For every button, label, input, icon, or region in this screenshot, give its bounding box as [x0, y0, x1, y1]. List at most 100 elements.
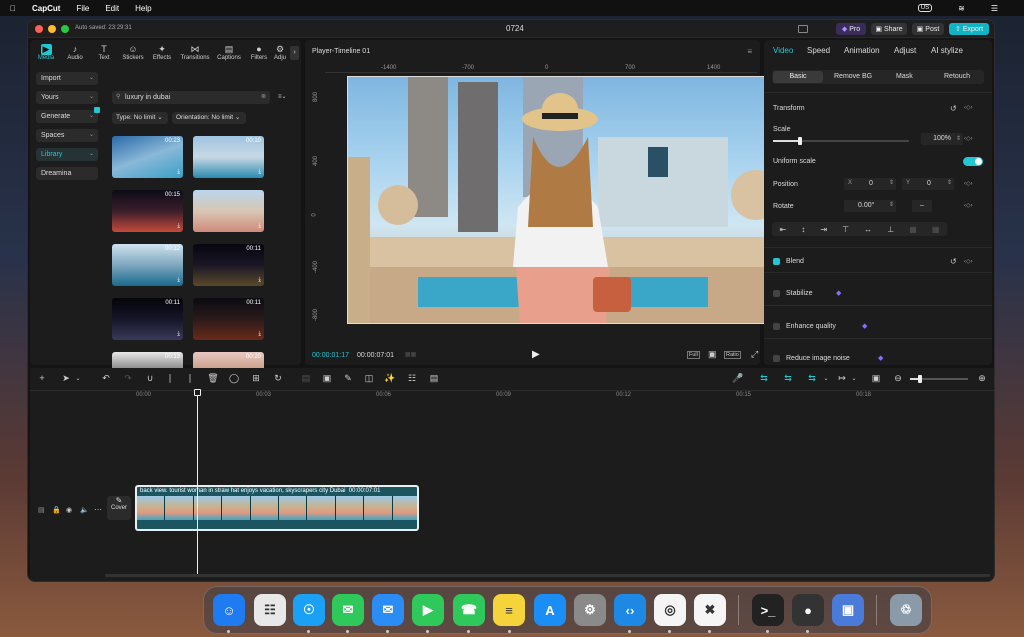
tab-stickers[interactable]: ☺ Stickers [119, 44, 147, 61]
download-icon[interactable]: ⤓ [258, 331, 261, 338]
wifi-icon[interactable]: ≋ [958, 4, 965, 13]
stepper-icon[interactable]: ⇕ [889, 201, 894, 208]
microphone-icon[interactable]: 🎤 [732, 373, 744, 384]
align-center-h-icon[interactable]: ↕ [801, 225, 805, 234]
position-x-field[interactable]: X 0 ⇕ [844, 178, 896, 190]
notes-icon[interactable]: ≡ [493, 594, 525, 626]
media-thumbnail[interactable]: 00:23 ⤓ [112, 136, 183, 178]
messages-icon[interactable]: ✉ [332, 594, 364, 626]
redo-icon[interactable]: ↷ [122, 373, 134, 384]
stepper-icon[interactable]: ⇕ [889, 179, 894, 186]
lock-icon[interactable]: 🔒 [52, 506, 61, 514]
speaker-icon[interactable]: 🔈 [80, 506, 89, 514]
reverse-icon[interactable]: ◫ [363, 373, 375, 384]
play-icon[interactable]: ▶ [532, 349, 540, 360]
fullscreen-icon[interactable]: ⤢ [751, 349, 758, 360]
download-icon[interactable]: ⤓ [177, 277, 180, 284]
media-thumbnail[interactable]: 00:11 ⤓ [193, 298, 264, 340]
blend-checkbox[interactable] [773, 258, 780, 265]
sidebar-item-import[interactable]: Import ⌄ [36, 72, 98, 85]
finder-icon[interactable]: ☺ [213, 594, 245, 626]
app-store-icon[interactable]: A [534, 594, 566, 626]
select-tool-icon[interactable]: ➤ [60, 373, 72, 384]
post-button[interactable]: ▣ Post [912, 23, 944, 35]
menu-app-name[interactable]: CapCut [32, 4, 60, 13]
subtab-retouch[interactable]: Retouch [944, 73, 970, 80]
clear-search-icon[interactable]: ⊗ [261, 93, 266, 100]
chrome-icon[interactable]: ◎ [654, 594, 686, 626]
keyframe-diamond-icon[interactable]: ‹◇› [964, 104, 973, 111]
align-bottom-icon[interactable]: ⊥ [887, 225, 894, 234]
tab-ai-stylize[interactable]: AI stylize [931, 46, 963, 55]
minimize-window-button[interactable] [48, 25, 56, 33]
position-y-field[interactable]: Y 0 ⇕ [902, 178, 954, 190]
eye-icon[interactable]: ◉ [66, 506, 72, 514]
mail-icon[interactable]: ✉ [372, 594, 404, 626]
trash-icon[interactable]: ♲ [890, 594, 922, 626]
pen-icon[interactable]: ✎ [342, 373, 354, 384]
export-button[interactable]: ⇧ Export [949, 23, 989, 35]
download-icon[interactable]: ⤓ [177, 223, 180, 230]
scale-slider-handle[interactable] [798, 137, 803, 145]
tab-speed[interactable]: Speed [807, 46, 830, 55]
transform-icon[interactable]: ☷ [406, 373, 418, 384]
undo-icon[interactable]: ↶ [100, 373, 112, 384]
mark-icon[interactable]: ◯ [228, 373, 240, 384]
timeline-scrollbar[interactable] [105, 574, 990, 577]
close-window-button[interactable] [35, 25, 43, 33]
playhead[interactable] [194, 389, 201, 575]
stabilize-checkbox[interactable] [773, 290, 780, 297]
reduce-noise-heading[interactable]: Reduce image noise [786, 355, 850, 362]
sidebar-item-spaces[interactable]: Spaces ⌄ [36, 129, 98, 142]
stepper-icon[interactable]: ⇕ [956, 133, 961, 145]
keyframe-diamond-icon[interactable]: ‹◇› [964, 180, 973, 187]
add-track-icon[interactable]: + [36, 373, 48, 383]
pro-button[interactable]: ◆ Pro [836, 23, 866, 35]
phone-icon[interactable]: ☎ [453, 594, 485, 626]
share-button[interactable]: ▣ Share [871, 23, 907, 35]
system-settings-icon[interactable]: ⚙ [574, 594, 606, 626]
tab-media[interactable]: ▶ Media [32, 44, 60, 61]
tab-audio[interactable]: ♪ Audio [61, 44, 89, 61]
media-thumbnail[interactable]: ⤓ [193, 190, 264, 232]
reset-icon[interactable]: ↺ [950, 257, 957, 266]
more-icon[interactable]: ⋯ [94, 505, 102, 514]
video-clip[interactable]: back view. tourist woman in straw hat en… [135, 485, 419, 531]
media-thumbnail[interactable]: 00:11 ⤓ [112, 298, 183, 340]
speed-icon[interactable]: ↻ [272, 373, 284, 384]
orientation-filter-dropdown[interactable]: Orientation: No limit ⌄ [172, 112, 246, 124]
keyframe-diamond-icon[interactable]: ‹◇› [964, 258, 973, 265]
delete-icon[interactable]: 🗑 [207, 373, 219, 384]
stabilize-heading[interactable]: Stabilize [786, 290, 812, 297]
tab-transitions[interactable]: ⋈ Transitions [178, 44, 212, 61]
scale-value-field[interactable]: 100% ⇕ [921, 133, 963, 145]
mirror-icon[interactable]: ▣ [321, 373, 333, 384]
sidebar-item-yours[interactable]: Yours ⌄ [36, 91, 98, 104]
keyframe-diamond-icon[interactable]: ‹◇› [964, 202, 973, 209]
terminal-icon[interactable]: >_ [752, 594, 784, 626]
vs-code-icon[interactable]: ‹› [614, 594, 646, 626]
timecode-settings-icon[interactable]: ▦▦ [405, 351, 416, 358]
download-icon[interactable]: ⤓ [258, 169, 261, 176]
align-left-icon[interactable]: ⇤ [780, 225, 787, 234]
sort-filter-icon[interactable]: ≡⌄ [278, 93, 287, 100]
tab-animation[interactable]: Animation [844, 46, 880, 55]
capcut-icon[interactable]: ✖ [694, 594, 726, 626]
apple-icon[interactable]:  [10, 4, 16, 13]
zoom-out-icon[interactable]: ⊖ [892, 373, 904, 384]
tab-text[interactable]: T Text [90, 44, 118, 61]
zoom-window-button[interactable] [61, 25, 69, 33]
subtab-mask[interactable]: Mask [896, 73, 913, 80]
control-center-icon[interactable]: ☰ [991, 4, 998, 13]
obs-icon[interactable]: ● [792, 594, 824, 626]
fit-timeline-icon[interactable]: ▣ [870, 373, 882, 384]
type-filter-dropdown[interactable]: Type: No limit ⌄ [112, 112, 168, 124]
chevron-down-icon[interactable]: ⌄ [848, 375, 860, 382]
media-thumbnail[interactable]: 00:12 ⤓ [112, 244, 183, 286]
chevron-down-icon[interactable]: ⌄ [820, 375, 832, 382]
tab-adjust[interactable]: ⚙ Adju [270, 44, 290, 61]
align-middle-v-icon[interactable]: ↔ [864, 225, 872, 234]
magic-icon[interactable]: ✨ [384, 373, 396, 384]
flip-button[interactable]: – [912, 200, 932, 212]
disk-utility-icon[interactable]: ▣ [832, 594, 864, 626]
